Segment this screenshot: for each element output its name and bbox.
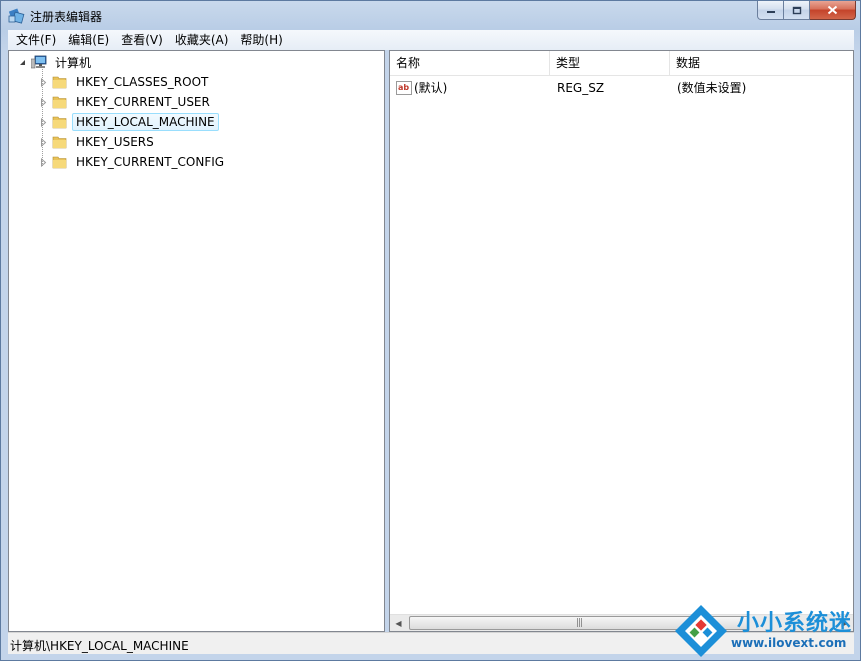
value-list-pane[interactable]: 名称 类型 数据 ab (默认) REG_SZ (数值未设置) ◀ ||| ▶: [389, 50, 854, 632]
title-bar[interactable]: 注册表编辑器: [1, 1, 860, 30]
tree-node-label[interactable]: HKEY_USERS: [72, 133, 158, 151]
grip-icon: |||: [575, 618, 583, 628]
collapse-arrow-icon[interactable]: [18, 58, 27, 67]
window-title: 注册表编辑器: [30, 10, 103, 24]
watermark: 小小系统迷 www.ilovext.com: [669, 597, 859, 659]
folder-icon: [52, 136, 67, 149]
minimize-icon: [766, 11, 775, 13]
tree-node-label[interactable]: HKEY_CLASSES_ROOT: [72, 73, 212, 91]
tree-root[interactable]: 计算机: [18, 52, 95, 72]
expand-arrow-icon[interactable]: [39, 117, 48, 127]
tree-node-hklm[interactable]: HKEY_LOCAL_MACHINE: [39, 112, 219, 132]
value-data: (数值未设置): [677, 81, 747, 95]
tree-node-label[interactable]: HKEY_CURRENT_CONFIG: [72, 153, 228, 171]
regedit-app-icon: [8, 8, 25, 24]
minimize-button[interactable]: [757, 1, 784, 20]
maximize-button[interactable]: [784, 1, 810, 20]
tree-node-hkcr[interactable]: HKEY_CLASSES_ROOT: [39, 72, 212, 92]
key-tree-pane[interactable]: 计算机 HKEY_CLASSES_ROOT HKEY_CURRENT_USER …: [8, 50, 385, 632]
folder-icon: [52, 76, 67, 89]
value-type: REG_SZ: [557, 81, 605, 95]
watermark-url: www.ilovext.com: [731, 636, 847, 650]
scroll-left-icon[interactable]: ◀: [390, 615, 407, 631]
column-header-name[interactable]: 名称: [390, 51, 550, 76]
watermark-logo-icon: [675, 605, 727, 657]
computer-icon: [31, 55, 47, 69]
watermark-brand: 小小系统迷: [737, 611, 853, 636]
menu-edit[interactable]: 编辑(E): [62, 30, 115, 50]
menu-view[interactable]: 查看(V): [115, 30, 169, 50]
menu-help[interactable]: 帮助(H): [234, 30, 288, 50]
string-value-icon: ab: [396, 81, 412, 95]
tree-node-label[interactable]: HKEY_CURRENT_USER: [72, 93, 214, 111]
status-path: 计算机\HKEY_LOCAL_MACHINE: [10, 639, 189, 653]
menu-bar: 文件(F) 编辑(E) 查看(V) 收藏夹(A) 帮助(H): [8, 30, 854, 50]
expand-arrow-icon[interactable]: [39, 77, 48, 87]
close-icon: [827, 5, 838, 15]
close-button[interactable]: [810, 1, 856, 20]
tree-node-hkcc[interactable]: HKEY_CURRENT_CONFIG: [39, 152, 228, 172]
list-row[interactable]: ab (默认) REG_SZ (数值未设置): [390, 78, 853, 98]
folder-icon: [52, 156, 67, 169]
expand-arrow-icon[interactable]: [39, 97, 48, 107]
value-name: (默认): [414, 81, 448, 95]
menu-favorites[interactable]: 收藏夹(A): [169, 30, 235, 50]
caption-buttons: [757, 1, 856, 20]
registry-editor-window: 注册表编辑器 文件(F) 编辑(E) 查看(V) 收藏夹(A) 帮助(H) 计算…: [0, 0, 861, 661]
tree-node-hkcu[interactable]: HKEY_CURRENT_USER: [39, 92, 214, 112]
column-header-data[interactable]: 数据: [670, 51, 853, 76]
folder-icon: [52, 116, 67, 129]
menu-file[interactable]: 文件(F): [10, 30, 62, 50]
tree-node-hku[interactable]: HKEY_USERS: [39, 132, 158, 152]
folder-icon: [52, 96, 67, 109]
tree-root-label[interactable]: 计算机: [51, 52, 95, 73]
expand-arrow-icon[interactable]: [39, 157, 48, 167]
list-header: 名称 类型 数据: [390, 51, 853, 76]
svg-text:ab: ab: [398, 83, 409, 92]
maximize-icon: [792, 6, 801, 14]
column-header-type[interactable]: 类型: [550, 51, 670, 76]
expand-arrow-icon[interactable]: [39, 137, 48, 147]
tree-node-label-selected[interactable]: HKEY_LOCAL_MACHINE: [72, 113, 219, 131]
